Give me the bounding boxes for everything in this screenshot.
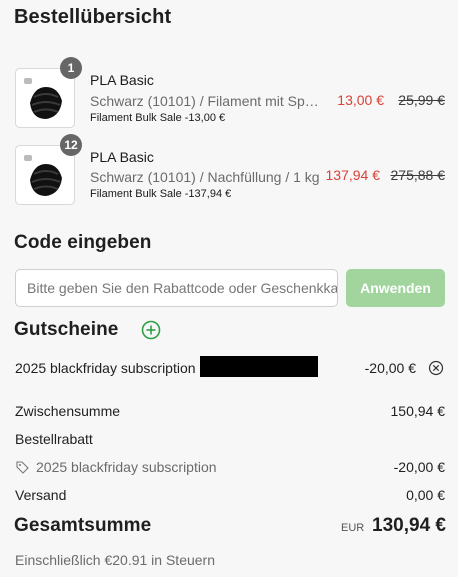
apply-code-button[interactable]: Anwenden [346, 269, 445, 307]
product-title: PLA Basic [90, 72, 154, 88]
plus-circle-icon[interactable] [141, 320, 161, 340]
tag-icon [16, 461, 29, 474]
original-price: 275,88 € [390, 167, 446, 183]
order-discount-label: Bestellrabatt [15, 431, 93, 447]
sale-price: 137,94 € [325, 167, 381, 183]
shipping-value: 0,00 € [406, 487, 445, 503]
voucher-amount: -20,00 € [364, 360, 416, 376]
voucher-name: 2025 blackfriday subscription [15, 360, 196, 376]
quantity-badge: 12 [60, 134, 82, 156]
close-circle-icon[interactable] [428, 360, 444, 376]
product-variant: Schwarz (10101) / Nachfüllung / 1 kg [90, 169, 320, 185]
quantity-badge: 1 [60, 57, 82, 79]
product-variant: Schwarz (10101) / Filament mit Spule / 1… [90, 93, 326, 109]
discount-code-input[interactable]: Bitte geben Sie den Rabattcode oder Gesc… [15, 269, 338, 307]
product-discount: Filament Bulk Sale -137,94 € [90, 188, 232, 200]
currency-code: EUR [341, 522, 365, 534]
shipping-label: Versand [15, 487, 67, 503]
total-label: Gesamtsumme [14, 515, 152, 536]
total-value: 130,94 € [372, 515, 446, 536]
code-section-title: Code eingeben [14, 232, 152, 253]
vouchers-title: Gutscheine [14, 319, 119, 340]
sale-price: 13,00 € [337, 92, 384, 108]
order-summary-title: Bestellübersicht [14, 6, 172, 28]
tax-note: Einschließlich €20.91 in Steuern [15, 552, 216, 568]
discount-name: 2025 blackfriday subscription [36, 459, 217, 475]
subtotal-value: 150,94 € [390, 403, 446, 419]
product-discount: Filament Bulk Sale -13,00 € [90, 112, 226, 124]
subtotal-label: Zwischensumme [15, 403, 121, 419]
product-title: PLA Basic [90, 149, 154, 165]
redaction-block [200, 356, 318, 377]
original-price: 25,99 € [398, 92, 445, 108]
discount-value: -20,00 € [393, 459, 445, 475]
